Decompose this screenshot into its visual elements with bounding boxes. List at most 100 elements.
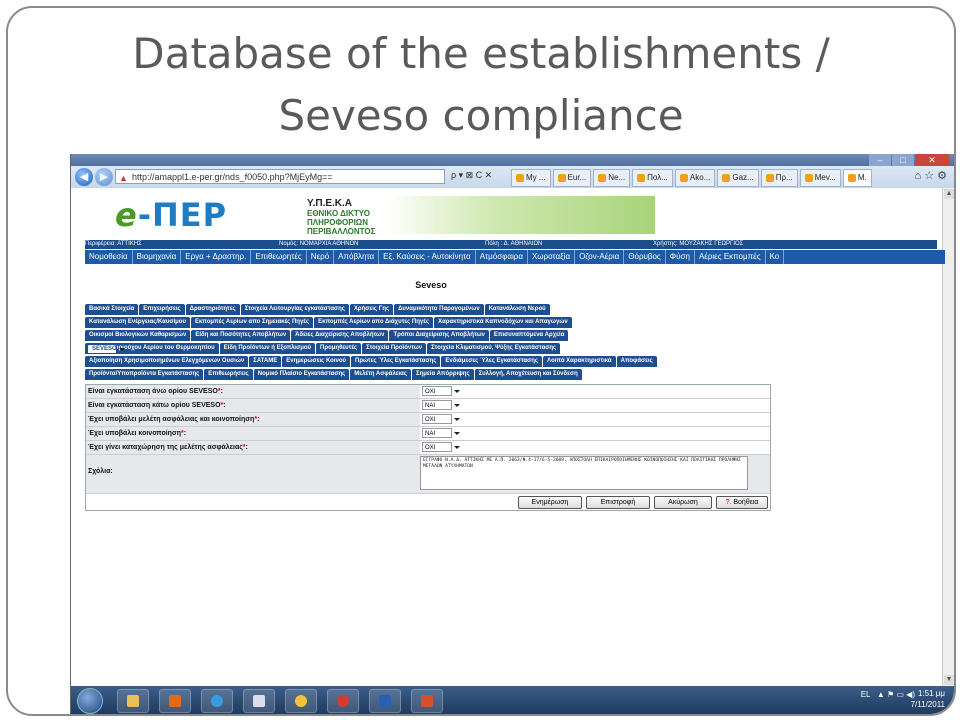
scroll-down-icon[interactable]: ▼ — [944, 675, 954, 685]
browser-tab[interactable]: M. — [842, 169, 872, 187]
field-label: Έχει υποβάλει κοινοποίηση*: — [88, 430, 187, 437]
section-tab[interactable]: Τρόποι Διαχείρισης Αποβλήτων — [389, 330, 489, 341]
comments-textarea[interactable]: ΕΓΓΡΑΦΟ Ν.Α.Δ. ΑΤΤΙΚΗΣ ΜΕ Α.Π. 2063/Φ.4-… — [420, 456, 748, 490]
section-tab[interactable]: Στοιχεία Προϊόντων — [362, 343, 427, 354]
browser-tab[interactable]: Gaz... — [717, 169, 759, 187]
back-arrow-icon[interactable]: ◀ — [75, 168, 93, 186]
section-tab[interactable]: Προμηθευτές — [316, 343, 362, 354]
section-tab[interactable]: Στοιχεία Κλιματισμού, Ψύξης Εγκατάστασης — [427, 343, 561, 354]
browser-tab[interactable]: Πρ... — [760, 169, 798, 187]
tab-favicon-icon — [765, 174, 774, 182]
section-tab[interactable]: Λοιπά Χαρακτηριστικά — [543, 356, 616, 367]
address-tools-icons[interactable]: ρ ▾ ⊠ C ✕ — [451, 170, 492, 181]
menu-item[interactable]: Κο — [766, 250, 785, 264]
menu-item[interactable]: Εργα + Δραστηρ. — [181, 250, 252, 264]
section-tab[interactable]: Στοιχεία Λειτουργίας εγκατάστασης — [240, 304, 349, 315]
tab-favicon-icon — [804, 174, 813, 182]
browser-tab[interactable]: Ako... — [674, 169, 716, 187]
site-logo[interactable]: e-ΠΕΡ — [115, 196, 227, 234]
menu-item[interactable]: Επιθεωρητές — [251, 250, 307, 264]
menu-item[interactable]: Αέριες Εκπομπές — [695, 250, 766, 264]
section-tab[interactable]: Πρώτες Ύλες Εγκατάστασης — [350, 356, 441, 367]
section-tab[interactable]: Σημεία Απόρριψης — [412, 369, 474, 380]
section-tab[interactable]: Οικισμοί Βιολογικών Καθαρισμών — [85, 330, 191, 341]
address-bar-area: ◀ ▶ ▲ http://amappl1.e-per.gr/nds_f0050.… — [71, 166, 954, 189]
section-tab[interactable]: Άδειες Διαχείρισης Αποβλήτων — [291, 330, 389, 341]
field-label: Είναι εγκατάσταση άνω ορίου SEVESO*: — [88, 388, 223, 395]
ie-taskbar-icon[interactable] — [201, 689, 233, 713]
browser-tab[interactable]: Πολ... — [632, 169, 673, 187]
section-tab[interactable]: Είδη και Ποσότητες Αποβλήτων — [191, 330, 291, 341]
menu-item[interactable]: Νομοθεσία — [85, 250, 133, 264]
browser-tab[interactable]: Ne... — [593, 169, 631, 187]
section-tab[interactable]: Προϊόντα/Υποπροϊόντα Εγκατάστασης — [85, 369, 204, 380]
tab-favicon-icon — [637, 174, 646, 182]
messenger-taskbar-icon[interactable] — [285, 689, 317, 713]
back-button[interactable]: Επιστροφή — [586, 496, 650, 509]
tray-icons[interactable]: ▲ ⚑ ▭ ◀) — [877, 690, 915, 699]
start-button-icon[interactable] — [77, 688, 103, 714]
word-taskbar-icon[interactable] — [369, 689, 401, 713]
yes-no-select[interactable]: ΟΧΙ — [422, 442, 460, 452]
section-tab[interactable]: Ενημερώσεις Κοινού — [282, 356, 350, 367]
section-tab[interactable]: Κατανάλωση Νερού — [484, 304, 550, 315]
page-heading: Seveso — [415, 280, 447, 290]
explorer-taskbar-icon[interactable] — [117, 689, 149, 713]
help-button[interactable]: ?. Βοήθεια — [716, 496, 768, 509]
section-tab[interactable]: Χρήσεις Γης — [349, 304, 394, 315]
form-buttons: Ενημέρωση Επιστροφή Ακύρωση ?. Βοήθεια — [86, 494, 770, 510]
section-tab[interactable]: Συλλογή, Αποχέτευση και Σύνδεση — [474, 369, 582, 380]
menu-item[interactable]: Φύση — [666, 250, 695, 264]
section-tab[interactable]: Επιθεωρήσεις — [204, 369, 253, 380]
yes-no-select[interactable]: ΟΧΙ — [422, 414, 460, 424]
section-tab[interactable]: Επιχειρήσεις — [139, 304, 185, 315]
section-tab[interactable]: Νομικό Πλαίσιο Εγκατάστασης — [253, 369, 350, 380]
section-tab[interactable]: Εκπομπές Αερίων απο Διάχυτες Πηγές — [314, 317, 434, 328]
browser-tab[interactable]: Eur... — [552, 169, 592, 187]
tab-row: Αξιοποίηση Χρησιμοποιημένων Ελεγχόμενων … — [85, 356, 657, 367]
menu-item[interactable]: Οζον-Αέρια — [575, 250, 625, 264]
yes-no-select[interactable]: ΝΑΙ — [422, 400, 460, 410]
window-titlebar: – □ ✕ — [71, 154, 954, 166]
menu-item[interactable]: Βιομηχανία — [133, 250, 182, 264]
menu-item[interactable]: Χωροταξία — [528, 250, 576, 264]
yes-no-select[interactable]: ΟΧΙ — [422, 386, 460, 396]
section-tab[interactable]: Αποφάσεις — [616, 356, 657, 367]
language-indicator[interactable]: EL — [861, 690, 871, 699]
section-tab[interactable]: Δυναμικότητα Παραγομένων — [394, 304, 484, 315]
section-tab[interactable]: Είδη Προϊόντων ή Εξοπλισμού — [219, 343, 316, 354]
menu-item[interactable]: Νερό — [307, 250, 335, 264]
section-tab[interactable]: Μελέτη Ασφάλειας — [350, 369, 411, 380]
system-clock[interactable]: 1:51 μμ 7/11/2011 — [911, 688, 945, 710]
browser-tab[interactable]: My ... — [511, 169, 551, 187]
section-tab[interactable]: Εκπομπές Αερίων απο Σημειακές Πηγές — [190, 317, 314, 328]
menu-item[interactable]: Θόρυβος — [624, 250, 666, 264]
home-star-gear-icons[interactable]: ⌂ ☆ ⚙ — [915, 169, 947, 182]
cancel-button[interactable]: Ακύρωση — [654, 496, 712, 509]
section-tab[interactable]: ΣΑΤΑΜΕ — [249, 356, 282, 367]
minimize-icon[interactable]: – — [869, 154, 891, 166]
section-tab[interactable]: Κατανάλωση Ενέργειας/Καυσίμου — [85, 317, 190, 328]
menu-item[interactable]: Εξ. Καύσεις - Αυτοκίνητα — [379, 250, 476, 264]
maximize-icon[interactable]: □ — [892, 154, 914, 166]
section-tab[interactable]: Δραστηριότητες — [185, 304, 240, 315]
menu-item[interactable]: Απόβλητα — [334, 250, 380, 264]
section-tab[interactable]: Αξιοποίηση Χρησιμοποιημένων Ελεγχόμενων … — [85, 356, 249, 367]
update-button[interactable]: Ενημέρωση — [518, 496, 582, 509]
notepad-taskbar-icon[interactable] — [243, 689, 275, 713]
scroll-up-icon[interactable]: ▲ — [944, 189, 954, 199]
section-tab[interactable]: Χαρακτηριστικά Καπνοδόχων και Απαγωγών — [434, 317, 572, 328]
menu-item[interactable]: Ατμόσφαιρα — [476, 250, 528, 264]
chrome-taskbar-icon[interactable] — [327, 689, 359, 713]
section-tab[interactable]: Επισυναπτόμενα Αρχεία — [489, 330, 569, 341]
section-tab[interactable]: SEVESO — [87, 344, 125, 354]
section-tab[interactable]: Βασικά Στοιχεία — [85, 304, 139, 315]
section-tab[interactable]: Ενδιάμεσες Ύλες Εγκατάστασης — [441, 356, 543, 367]
media-taskbar-icon[interactable] — [159, 689, 191, 713]
url-field[interactable]: ▲ http://amappl1.e-per.gr/nds_f0050.php?… — [115, 169, 445, 184]
forward-arrow-icon[interactable]: ▶ — [95, 168, 113, 186]
yes-no-select[interactable]: ΝΑΙ — [422, 428, 460, 438]
close-icon[interactable]: ✕ — [915, 154, 949, 166]
powerpoint-taskbar-icon[interactable] — [411, 689, 443, 713]
browser-tab[interactable]: Mev... — [799, 169, 841, 187]
